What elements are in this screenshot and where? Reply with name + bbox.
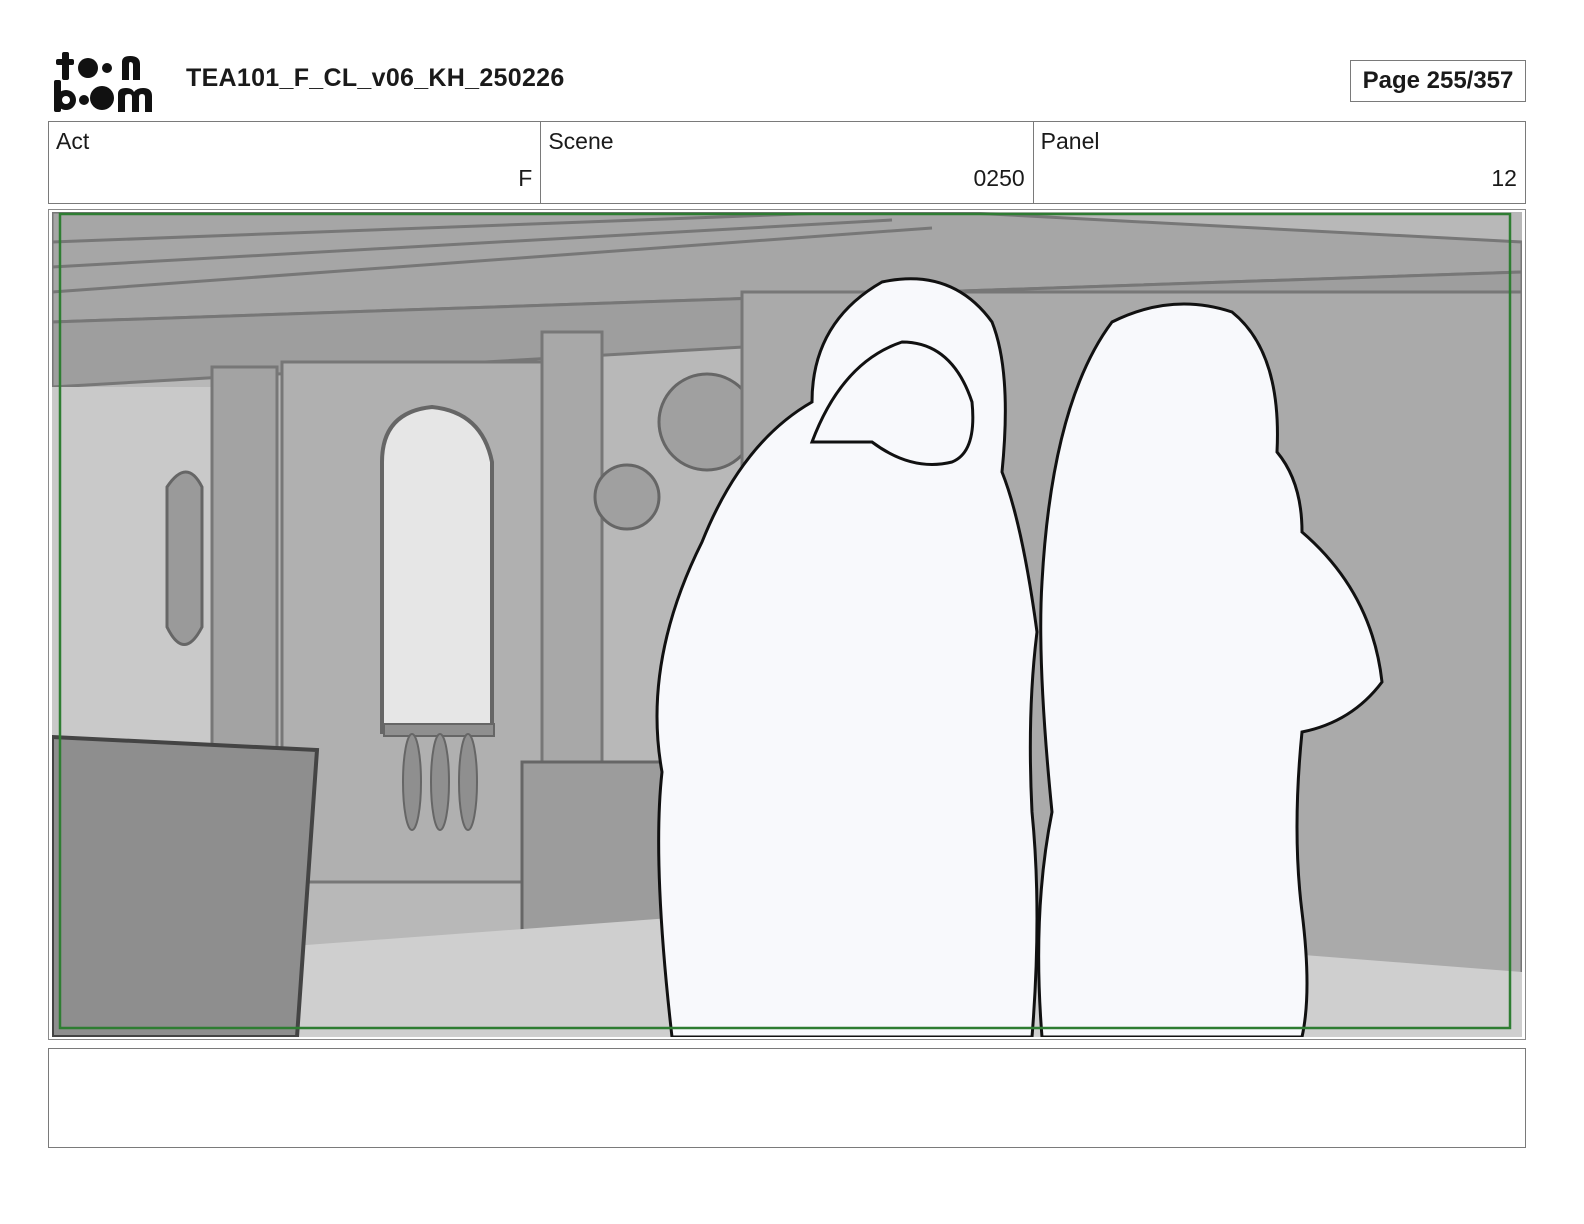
logo-top-row: [56, 52, 140, 80]
panel-cell: Panel 12: [1034, 122, 1525, 203]
panel-notes-box: [48, 1048, 1526, 1148]
act-cell: Act F: [49, 122, 542, 203]
logo-bottom-row: [54, 80, 152, 112]
foreground-chest: [52, 734, 320, 1037]
scene-value: 0250: [973, 165, 1025, 191]
document-title: TEA101_F_CL_v06_KH_250226: [186, 64, 565, 92]
panel-label: Panel: [1040, 128, 1100, 154]
scene-label: Scene: [548, 128, 614, 154]
act-label: Act: [56, 128, 90, 154]
panel-notes-text: [49, 1049, 1525, 1065]
storyboard-panel-image: [52, 212, 1522, 1037]
wall-lamp: [165, 470, 204, 646]
arched-doorway: [280, 360, 544, 884]
panel-info-table: Act F Scene 0250 Panel 12: [48, 121, 1526, 204]
toonboom-logo: [54, 52, 152, 112]
scene-cell: Scene 0250: [541, 122, 1034, 203]
panel-value: 12: [1491, 165, 1517, 191]
act-value: F: [518, 165, 533, 191]
wall-plate-small: [593, 463, 661, 531]
page-indicator: Page 255/357: [1350, 60, 1526, 102]
